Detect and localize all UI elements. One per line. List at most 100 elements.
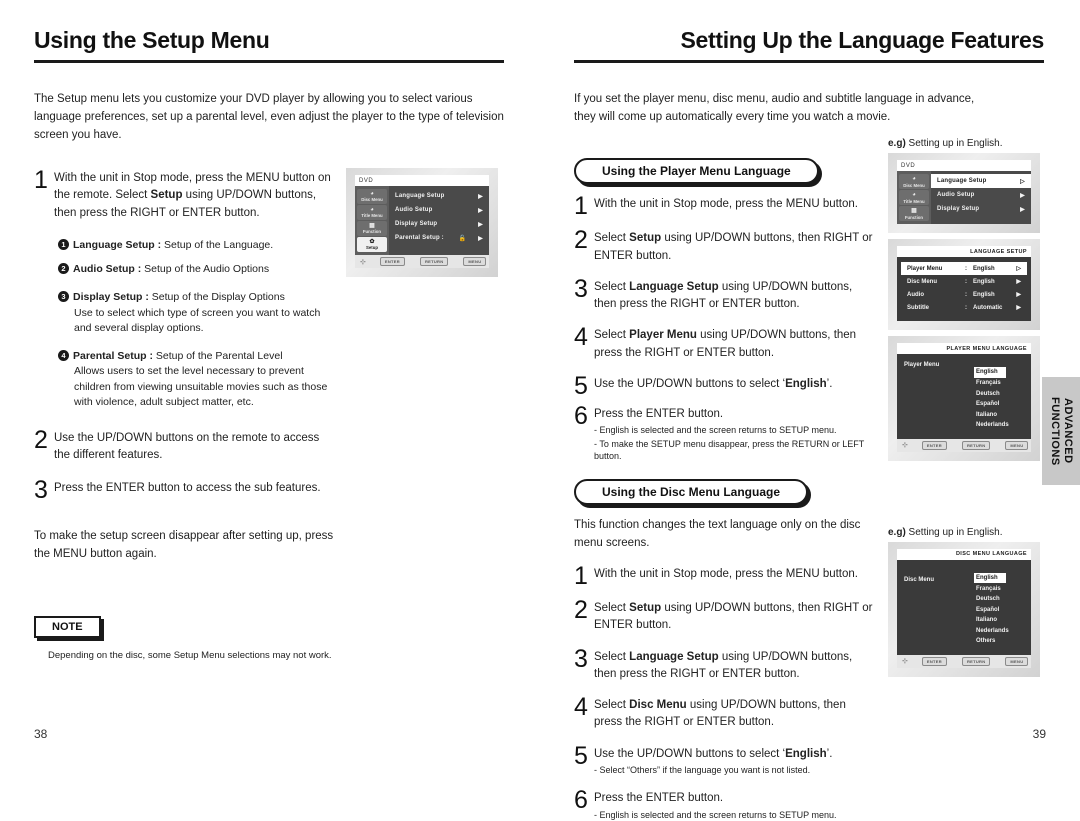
option-area: Player Menu English Français Deutsch Esp… (897, 354, 1031, 439)
tv-titlebar-label: LANGUAGE SETUP (970, 248, 1027, 255)
disc-icon: ◕ (912, 176, 916, 183)
side-tab-line-1: ADVANCED (1062, 398, 1074, 464)
return-button[interactable]: RETURN (961, 656, 991, 666)
note-label: NOTE (34, 616, 101, 639)
tv-button-bar: ⊹ ENTER RETURN MENU (897, 654, 1031, 668)
enter-button[interactable]: ENTER (379, 257, 405, 267)
circled-number-icon: 4 (58, 350, 69, 362)
option-item-italiano[interactable]: Italiano (974, 615, 1031, 626)
circled-number-icon: 2 (58, 263, 69, 275)
section2-lead-paragraph: This function changes the text language … (574, 518, 861, 549)
tv-screen: DVD ◕ Disc Menu ◕ Title Menu ▦ Function … (897, 160, 1031, 225)
list-item-desc: Setup of the Language. (161, 238, 274, 251)
title-rule-right (574, 60, 1044, 64)
language-row-audio[interactable]: Audio : English ▶ (901, 288, 1027, 301)
chevron-right-icon: ▶ (478, 207, 483, 214)
step-text: With the unit in Stop mode, press the ME… (54, 168, 334, 222)
chevron-right-icon: ▶ (1020, 206, 1025, 213)
tv-frame: DVD ◕ Disc Menu ◕ Title Menu ▦ Function … (346, 168, 498, 278)
menu-row-language-setup[interactable]: Language Setup ▶ (389, 189, 489, 203)
step-text-bold: Player Menu (629, 329, 697, 342)
option-item-english[interactable]: English (974, 367, 1006, 378)
step-text-a: Select (594, 280, 630, 293)
option-item-deutsch[interactable]: Deutsch (974, 389, 1031, 400)
language-row-player-menu[interactable]: Player Menu : English ▷ (901, 262, 1027, 276)
menu-button[interactable]: MENU (463, 257, 487, 267)
step-text-bold: Setup (629, 602, 662, 615)
language-row-disc-menu[interactable]: Disc Menu : English ▶ (901, 275, 1027, 288)
menu-row-language-setup[interactable]: Language Setup ▷ (931, 174, 1031, 189)
language-row-subtitle[interactable]: Subtitle : Automatic ▶ (901, 301, 1027, 314)
section-heading-player-menu: Using the Player Menu Language (574, 158, 819, 185)
title-rule-left (34, 60, 504, 64)
language-row-label: Disc Menu (907, 278, 938, 285)
sidebar-item-title-menu[interactable]: ◕ Title Menu (357, 205, 387, 221)
chevron-right-icon: ▷ (1016, 266, 1021, 273)
lock-icon: 🔓 (458, 235, 467, 242)
step-item: 6 Press the ENTER button. - English is s… (574, 788, 874, 821)
option-list: English Français Deutsch Español Italian… (974, 360, 1031, 431)
step-text-a: Press the ENTER button. (594, 792, 724, 805)
menu-row-label: Audio Setup (937, 192, 975, 199)
sidebar-item-disc-menu[interactable]: ◕ Disc Menu (357, 189, 387, 205)
eg-label-rest: Setting up in English. (905, 138, 1003, 150)
step-item: 2 Select Setup using UP/DOWN buttons, th… (574, 228, 874, 265)
enter-button[interactable]: ENTER (921, 656, 947, 666)
page-number-right: 39 (1032, 727, 1046, 741)
step-text: Select Setup using UP/DOWN buttons, then… (594, 598, 874, 635)
menu-button[interactable]: MENU (1005, 440, 1029, 450)
enter-button[interactable]: ENTER (921, 440, 947, 450)
list-item-desc: Setup of the Display Options (148, 291, 285, 304)
sidebar-item-disc-menu[interactable]: ◕ Disc Menu (899, 174, 929, 190)
menu-row-audio-setup[interactable]: Audio Setup ▶ (931, 188, 1031, 202)
tv-menu-list: Language Setup ▷ Audio Setup ▶ Display S… (931, 171, 1031, 224)
step-item: 2 Use the UP/DOWN buttons on the remote … (34, 427, 334, 465)
option-item-italiano[interactable]: Italiano (974, 410, 1031, 421)
return-button[interactable]: RETURN (419, 257, 449, 267)
circled-number-icon: 3 (58, 291, 69, 303)
step-text: Use the UP/DOWN buttons on the remote to… (54, 431, 320, 462)
tv-titlebar: DVD (897, 160, 1031, 172)
step-text-a: Press the ENTER button. (594, 407, 724, 420)
option-item-francais[interactable]: Français (974, 584, 1031, 595)
option-item-deutsch[interactable]: Deutsch (974, 594, 1031, 605)
sidebar-item-title-menu[interactable]: ◕ Title Menu (899, 190, 929, 206)
list-item-subtext: Allows users to set the level necessary … (74, 365, 328, 408)
side-tab-label: ADVANCED FUNCTIONS (1048, 377, 1074, 485)
step-text: Press the ENTER button to access the sub… (54, 482, 321, 495)
language-setup-screen: LANGUAGE SETUP Player Menu : English ▷ D… (888, 239, 1040, 331)
option-item-nederlands[interactable]: Nederlands (974, 420, 1031, 431)
dpad-icon: ⊹ (902, 442, 908, 450)
menu-row-display-setup[interactable]: Display Setup ▶ (389, 217, 489, 231)
step-subnote: - Select “Others” if the language you wa… (594, 764, 811, 775)
sidebar-item-setup[interactable]: ✿ Setup (357, 237, 387, 253)
section-heading-disc-menu: Using the Disc Menu Language (574, 478, 809, 505)
sidebar-item-function[interactable]: ▦ Function (899, 206, 929, 222)
option-item-others[interactable]: Others (974, 636, 1031, 647)
option-area: Disc Menu English Français Deutsch Españ… (897, 560, 1031, 655)
menu-row-audio-setup[interactable]: Audio Setup ▶ (389, 203, 489, 217)
sidebar-item-label: Disc Menu (361, 197, 383, 203)
menu-row-label: Audio Setup (395, 207, 433, 214)
page-title-left: Using the Setup Menu (34, 27, 270, 53)
tv-main-area: ◕ Disc Menu ◕ Title Menu ▦ Function (355, 186, 489, 256)
menu-button[interactable]: MENU (1005, 656, 1029, 666)
step-text: With the unit in Stop mode, press the ME… (594, 198, 858, 211)
page-title-right: Setting Up the Language Features (680, 27, 1044, 53)
menu-row-display-setup[interactable]: Display Setup ▶ (931, 202, 1031, 216)
sidebar-item-function[interactable]: ▦ Function (357, 221, 387, 237)
step-text-a: Select (594, 329, 630, 342)
step-text-a: Select (594, 232, 630, 245)
step-text: Select Disc Menu using UP/DOWN buttons, … (594, 695, 874, 732)
option-item-espanol[interactable]: Español (974, 605, 1031, 616)
chevron-right-icon: ▷ (1020, 178, 1025, 185)
option-item-francais[interactable]: Français (974, 378, 1031, 389)
list-item: 4 Parental Setup : Setup of the Parental … (58, 349, 334, 410)
step-number: 1 (34, 166, 48, 195)
option-item-nederlands[interactable]: Nederlands (974, 626, 1031, 637)
option-item-english[interactable]: English (974, 572, 1006, 584)
disc-icon: ◕ (370, 206, 374, 213)
return-button[interactable]: RETURN (961, 440, 991, 450)
menu-row-parental-setup[interactable]: Parental Setup : 🔓 ▶ (389, 231, 489, 245)
option-item-espanol[interactable]: Español (974, 399, 1031, 410)
